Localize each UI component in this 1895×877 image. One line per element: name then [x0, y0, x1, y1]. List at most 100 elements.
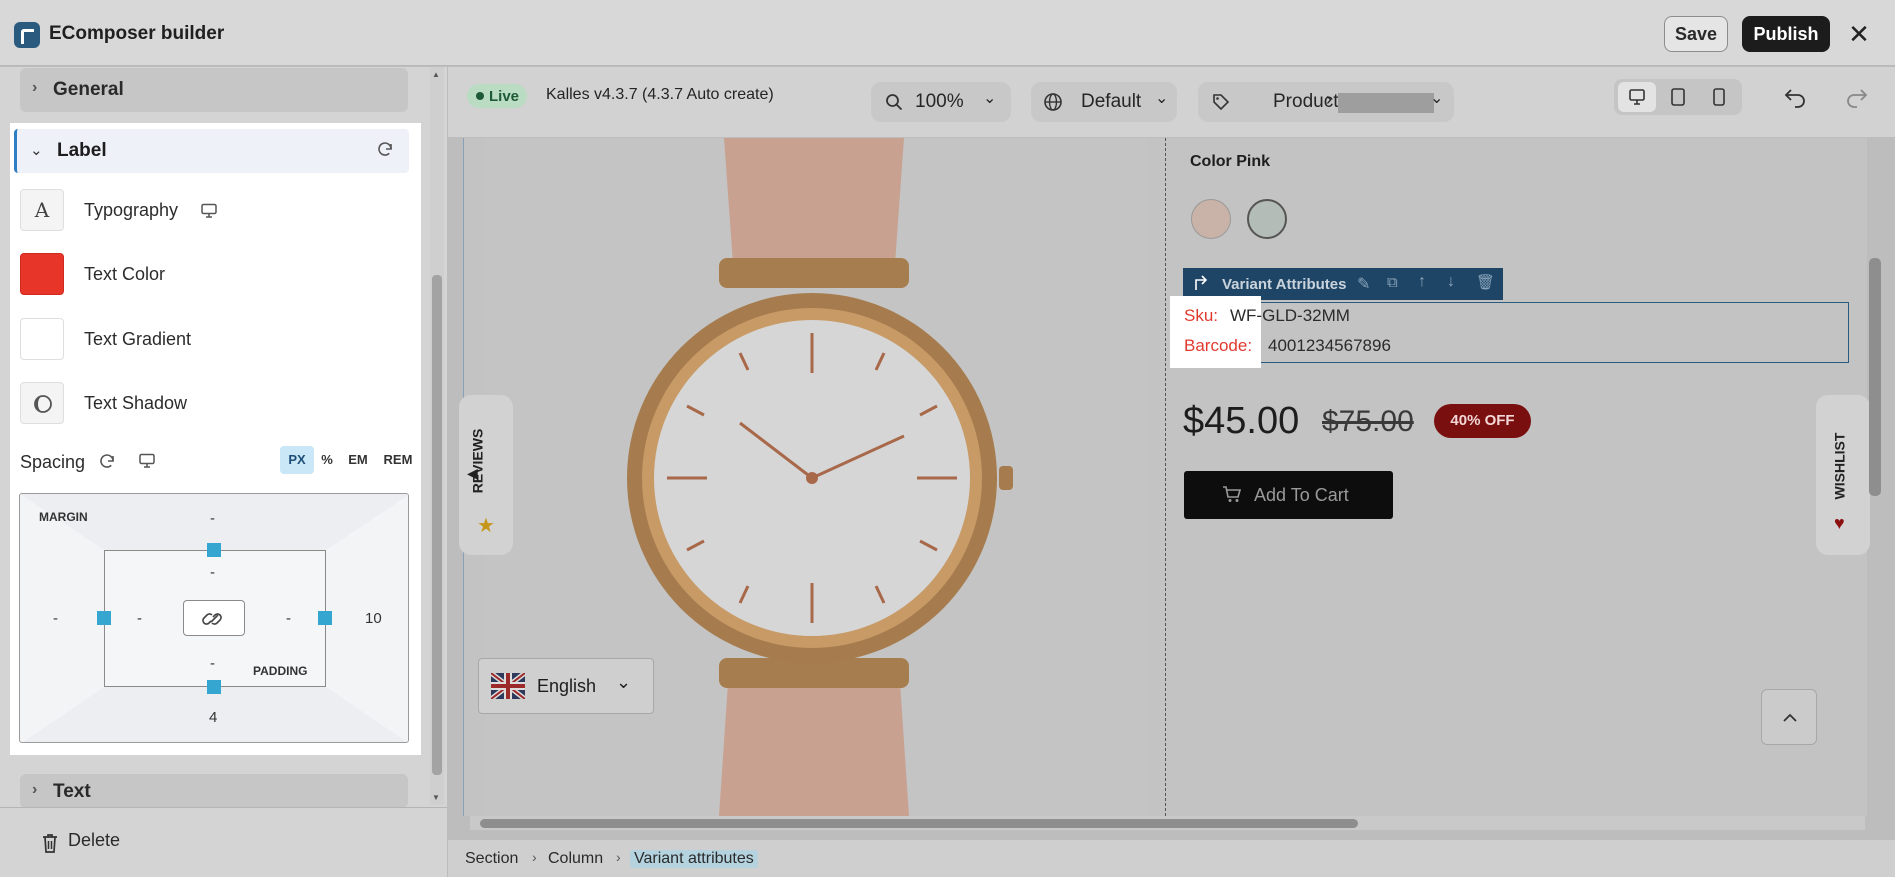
sidebar-scrollbar-thumb[interactable]: [432, 275, 442, 775]
publish-button[interactable]: Publish: [1742, 16, 1830, 52]
color-swatch-green[interactable]: [1247, 199, 1287, 239]
text-gradient-label: Text Gradient: [84, 329, 192, 349]
edit-icon[interactable]: ✎: [1357, 274, 1370, 294]
save-button[interactable]: Save: [1664, 16, 1728, 52]
margin-top-handle[interactable]: [207, 543, 221, 557]
unit-px[interactable]: PX: [280, 446, 314, 474]
color-swatch-pink[interactable]: [1191, 199, 1231, 239]
desktop-icon[interactable]: [200, 203, 218, 219]
close-icon[interactable]: ✕: [1843, 18, 1875, 50]
barcode-label[interactable]: Barcode:: [1184, 336, 1252, 356]
undo-icon[interactable]: [1783, 84, 1809, 110]
unit-percent[interactable]: %: [316, 446, 338, 474]
chevron-down-icon: ⌄: [616, 672, 632, 692]
breadcrumb-column[interactable]: Column: [548, 850, 603, 868]
redo-icon[interactable]: [1843, 84, 1869, 110]
unit-rem[interactable]: REM: [378, 446, 418, 474]
margin-bottom-value[interactable]: 4: [209, 709, 217, 726]
move-up-icon[interactable]: ↑: [1418, 273, 1426, 291]
preview-vertical-scrollbar-thumb[interactable]: [1869, 258, 1881, 496]
chevron-down-icon: ⌄: [30, 142, 43, 159]
scroll-down-arrow-icon[interactable]: ▼: [432, 793, 440, 802]
live-status-badge: Live: [467, 84, 527, 108]
preview-horizontal-scrollbar-thumb[interactable]: [480, 819, 1358, 828]
product-image[interactable]: [484, 138, 1147, 816]
select-parent-icon[interactable]: [1191, 274, 1211, 294]
chevron-down-icon: ⌄: [1155, 90, 1169, 107]
typography-icon: A: [20, 189, 64, 231]
live-dot-icon: [476, 92, 484, 100]
text-color-swatch[interactable]: [20, 253, 64, 295]
margin-label: MARGIN: [39, 510, 88, 524]
chevron-up-icon: [1783, 713, 1797, 722]
add-to-cart-button[interactable]: Add To Cart: [1184, 471, 1393, 519]
reviews-tab[interactable]: REVIEWS ◀ ★: [459, 395, 513, 555]
reviews-tab-label: REVIEWS: [469, 428, 486, 494]
duplicate-icon[interactable]: ⧉: [1387, 274, 1398, 291]
trash-icon: [43, 834, 57, 853]
device-switcher: [1614, 79, 1742, 115]
back-to-top-button[interactable]: [1761, 689, 1817, 745]
sku-value: WF-GLD-32MM: [1230, 306, 1350, 325]
chevron-down-icon: ⌄: [983, 90, 997, 107]
wishlist-tab-label: WISHLIST: [1831, 432, 1848, 500]
sku-label[interactable]: Sku:: [1184, 306, 1218, 326]
margin-top-value[interactable]: -: [210, 510, 215, 527]
section-text[interactable]: › Text: [20, 774, 408, 808]
breadcrumb-variant-attributes[interactable]: Variant attributes: [630, 850, 758, 868]
delete-element-row[interactable]: Delete: [0, 807, 447, 877]
storefront-language-selector[interactable]: English ⌄: [478, 658, 654, 714]
margin-bottom-handle[interactable]: [207, 680, 221, 694]
margin-left-handle[interactable]: [97, 611, 111, 625]
mobile-view-button[interactable]: [1700, 82, 1738, 112]
text-gradient-swatch[interactable]: [20, 318, 64, 360]
wishlist-tab[interactable]: WISHLIST ♥: [1816, 395, 1870, 555]
heart-icon: ♥: [1834, 513, 1845, 533]
zoom-selector[interactable]: 100% ⌄: [871, 82, 1011, 122]
margin-right-value[interactable]: 10: [365, 610, 382, 627]
tablet-view-button[interactable]: [1659, 82, 1697, 112]
tag-icon: [1213, 94, 1230, 111]
delete-icon[interactable]: 🗑: [1476, 273, 1495, 291]
unit-em[interactable]: EM: [340, 446, 376, 474]
text-color-row[interactable]: Text Color: [20, 253, 410, 297]
padding-left-value[interactable]: -: [137, 610, 142, 627]
section-label-title: Label: [57, 140, 107, 161]
margin-right-handle[interactable]: [318, 611, 332, 625]
padding-right-value[interactable]: -: [286, 610, 291, 627]
reset-icon[interactable]: [375, 140, 395, 160]
chevron-right-icon: ›: [1326, 89, 1332, 109]
breadcrumb-section[interactable]: Section: [465, 850, 518, 868]
margin-left-value[interactable]: -: [53, 610, 58, 627]
column-divider: [1165, 138, 1166, 816]
globe-icon: [1044, 93, 1062, 111]
padding-top-value[interactable]: -: [210, 564, 215, 581]
color-option-title: Color Pink: [1190, 153, 1271, 170]
language-selector[interactable]: Default ⌄: [1031, 82, 1177, 122]
text-shadow-row[interactable]: Text Shadow: [20, 382, 410, 426]
scroll-up-arrow-icon[interactable]: ▲: [432, 70, 440, 79]
compare-at-price: $75.00: [1322, 405, 1414, 438]
barcode-value: 4001234567896: [1268, 336, 1391, 355]
section-general[interactable]: › General: [20, 68, 408, 112]
section-label-header[interactable]: ⌄ Label: [14, 129, 409, 173]
watch-illustration: [484, 138, 1147, 816]
spacing-label: Spacing: [20, 452, 86, 472]
language-value: Default: [1081, 91, 1142, 112]
padding-bottom-value[interactable]: -: [210, 655, 215, 672]
text-gradient-row[interactable]: Text Gradient: [20, 318, 410, 362]
text-shadow-label: Text Shadow: [84, 393, 188, 413]
spacing-box-model: MARGIN PADDING - - 10 4 - - - -: [19, 493, 409, 743]
chevron-right-icon: ›: [32, 781, 38, 798]
zoom-value: 100%: [915, 91, 964, 112]
tablet-icon: [1671, 88, 1685, 106]
spacing-desktop-icon[interactable]: [138, 453, 156, 469]
link-values-button[interactable]: [183, 600, 245, 636]
desktop-view-button[interactable]: [1618, 82, 1656, 112]
move-down-icon[interactable]: ↓: [1447, 273, 1455, 291]
theme-name[interactable]: Kalles v4.3.7 (4.3.7 Auto create): [546, 86, 774, 104]
page-type-selector[interactable]: Products › ⌄: [1198, 82, 1454, 122]
page-type-value: Products: [1273, 91, 1348, 112]
reset-spacing-icon[interactable]: [97, 452, 117, 472]
typography-row[interactable]: A Typography: [20, 189, 410, 233]
